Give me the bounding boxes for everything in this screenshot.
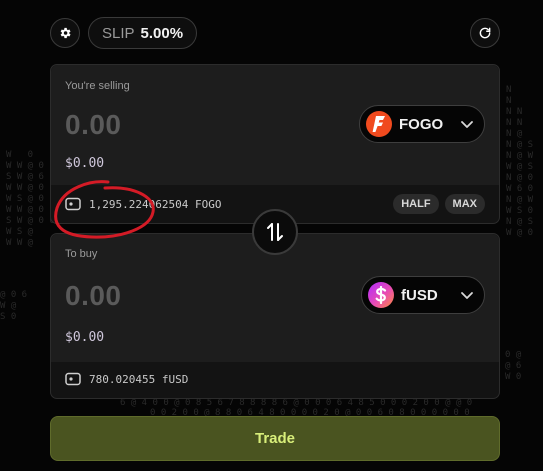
max-button[interactable]: MAX xyxy=(444,194,485,214)
buy-balance: 780.020455 fUSD xyxy=(89,372,189,386)
sell-usd-value: $0.00 xyxy=(65,156,105,171)
wallet-icon xyxy=(65,372,81,386)
chevron-down-icon xyxy=(461,292,473,299)
sell-caption: You're selling xyxy=(65,80,130,92)
half-button[interactable]: HALF xyxy=(393,194,439,214)
swap-direction-button[interactable] xyxy=(252,209,298,255)
slippage-label: SLIP xyxy=(102,24,135,42)
buy-token-symbol: fUSD xyxy=(401,286,438,304)
buy-caption: To buy xyxy=(65,248,98,260)
buy-token-select[interactable]: fUSD xyxy=(361,276,485,314)
slippage-button[interactable]: SLIP 5.00% xyxy=(88,17,198,49)
fogo-flame-icon xyxy=(366,111,392,137)
slippage-value: 5.00% xyxy=(140,24,184,42)
refresh-icon xyxy=(479,27,491,39)
settings-button[interactable] xyxy=(50,18,80,48)
trade-button[interactable]: Trade xyxy=(50,416,500,461)
red-circle-annotation xyxy=(54,180,155,239)
buy-panel: To buy 0.00 $0.00 fUSD 780.020455 fUSD xyxy=(50,233,500,399)
sell-token-symbol: FOGO xyxy=(399,115,444,133)
chevron-down-icon xyxy=(461,121,473,128)
buy-usd-value: $0.00 xyxy=(65,330,105,345)
sell-amount-input[interactable]: 0.00 xyxy=(65,109,122,141)
top-bar: SLIP 5.00% xyxy=(50,17,500,49)
swap-arrows-icon xyxy=(267,223,283,241)
fusd-dollar-icon xyxy=(368,282,394,308)
sell-token-select[interactable]: FOGO xyxy=(359,105,485,143)
buy-balance-row: 780.020455 fUSD xyxy=(65,369,485,389)
buy-amount-input[interactable]: 0.00 xyxy=(65,280,122,312)
gear-icon xyxy=(60,27,71,39)
refresh-button[interactable] xyxy=(470,18,500,48)
